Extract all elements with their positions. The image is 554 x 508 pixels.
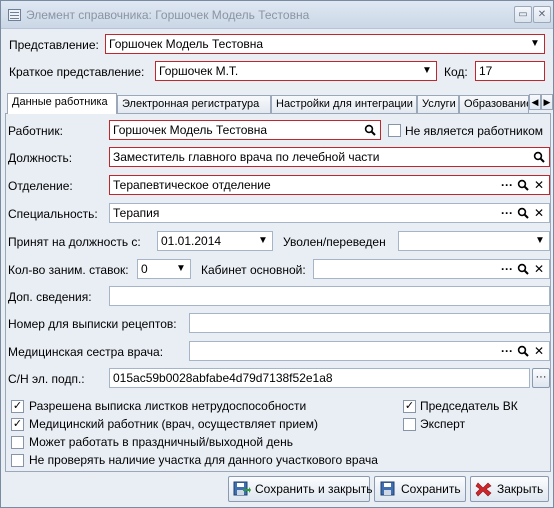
worker-value: Горшочек Модель Тестовна — [113, 123, 268, 137]
department-label: Отделение: — [8, 179, 73, 193]
signature-sn-field[interactable]: 015ac59b0028abfabe4d79d7138f52e1a8 — [109, 368, 530, 388]
nurse-field[interactable]: ··· ✕ — [189, 341, 550, 361]
close-window-button[interactable]: ✕ — [533, 6, 551, 23]
no-area-check-label: Не проверять наличие участка для данного… — [29, 453, 378, 467]
specialty-value: Терапия — [113, 206, 160, 220]
chevron-down-icon[interactable]: ▼ — [532, 233, 548, 249]
tab-scroll-right-icon[interactable]: ▶ — [541, 94, 553, 110]
search-icon[interactable] — [362, 122, 378, 138]
search-icon[interactable] — [515, 205, 531, 221]
close-button[interactable]: Закрыть — [470, 476, 549, 502]
fired-date-field[interactable]: ▼ — [398, 231, 550, 251]
short-representation-value: Горшочек М.Т. — [159, 64, 239, 78]
expert-label: Эксперт — [420, 417, 466, 431]
no-area-check-checkbox[interactable] — [11, 454, 24, 467]
position-value: Заместитель главного врача по лечебной ч… — [113, 150, 380, 164]
nurse-label: Медицинская сестра врача: — [8, 345, 164, 359]
prescription-number-label: Номер для выписки рецептов: — [8, 317, 177, 331]
search-icon[interactable] — [515, 261, 531, 277]
fired-label: Уволен/переведен — [283, 235, 386, 249]
tab-scroll-left-icon[interactable]: ◀ — [529, 94, 541, 110]
code-value: 17 — [479, 64, 493, 78]
tab-electronic-registry[interactable]: Электронная регистратура — [117, 95, 271, 113]
signature-sn-label: С/Н эл. подп.: — [8, 372, 85, 386]
code-label: Код: — [444, 65, 468, 79]
ellipsis-icon[interactable]: ··· — [499, 343, 515, 359]
save-and-close-label: Сохранить и закрыть — [255, 482, 373, 496]
not-worker-label: Не является работником — [405, 124, 544, 138]
expert-checkbox[interactable] — [403, 418, 416, 431]
clear-icon[interactable]: ✕ — [531, 343, 547, 359]
close-label: Закрыть — [497, 482, 544, 496]
rates-label: Кол-во заним. ставок: — [8, 263, 129, 277]
department-field[interactable]: Терапевтическое отделение ··· ✕ — [109, 175, 550, 195]
representation-value: Горшочек Модель Тестовна — [109, 37, 264, 51]
tab-integration-settings[interactable]: Настройки для интеграции — [271, 95, 417, 113]
vk-chair-label: Председатель ВК — [420, 399, 518, 413]
code-field[interactable]: 17 — [475, 61, 545, 81]
save-button[interactable]: Сохранить — [374, 476, 466, 502]
catalog-icon — [8, 9, 21, 21]
rates-field[interactable]: 0 ▼ — [137, 259, 191, 279]
search-icon[interactable] — [515, 343, 531, 359]
extra-info-label: Доп. сведения: — [8, 290, 92, 304]
signature-select-button[interactable]: ··· — [532, 368, 550, 388]
save-close-icon — [233, 481, 251, 497]
form-area: Представление: Горшочек Модель Тестовна … — [1, 29, 553, 507]
medical-worker-label: Медицинский работник (врач, осуществляет… — [29, 417, 318, 431]
hired-label: Принят на должность с: — [8, 235, 141, 249]
vk-chair-checkbox[interactable]: ✓ — [403, 400, 416, 413]
sick-leave-label: Разрешена выписка листков нетрудоспособн… — [29, 399, 307, 413]
short-representation-field[interactable]: Горшочек М.Т. ▼ — [155, 61, 437, 81]
holiday-work-label: Может работать в праздничный/выходной де… — [29, 435, 293, 449]
ellipsis-icon[interactable]: ··· — [499, 261, 515, 277]
tab-strip: Данные работника Электронная регистратур… — [5, 93, 553, 114]
not-worker-checkbox[interactable] — [388, 124, 401, 137]
position-field[interactable]: Заместитель главного врача по лечебной ч… — [109, 147, 550, 167]
save-label: Сохранить — [401, 482, 461, 496]
representation-label: Представление: — [9, 38, 99, 52]
search-icon[interactable] — [515, 177, 531, 193]
tab-education[interactable]: Образование — [459, 95, 529, 113]
save-and-close-button[interactable]: Сохранить и закрыть — [228, 476, 373, 502]
short-representation-label: Краткое представление: — [9, 65, 145, 79]
window-title: Элемент справочника: Горшочек Модель Тес… — [26, 8, 310, 22]
cabinet-field[interactable]: ··· ✕ — [313, 259, 550, 279]
holiday-work-checkbox[interactable] — [11, 436, 24, 449]
chevron-down-icon[interactable]: ▼ — [419, 63, 435, 79]
search-icon[interactable] — [531, 149, 547, 165]
medical-worker-checkbox[interactable]: ✓ — [11, 418, 24, 431]
chevron-down-icon[interactable]: ▼ — [173, 261, 189, 277]
department-value: Терапевтическое отделение — [113, 178, 271, 192]
rates-value: 0 — [141, 262, 148, 276]
position-label: Должность: — [8, 151, 73, 165]
clear-icon[interactable]: ✕ — [531, 205, 547, 221]
restore-button[interactable]: ▭ — [514, 6, 532, 23]
prescription-number-field[interactable] — [189, 313, 550, 333]
signature-sn-value: 015ac59b0028abfabe4d79d7138f52e1a8 — [113, 371, 333, 385]
extra-info-field[interactable] — [109, 286, 550, 306]
save-icon — [379, 481, 397, 497]
ellipsis-icon[interactable]: ··· — [499, 205, 515, 221]
cabinet-label: Кабинет основной: — [201, 263, 306, 277]
title-bar: Элемент справочника: Горшочек Модель Тес… — [1, 1, 553, 29]
worker-field[interactable]: Горшочек Модель Тестовна — [109, 120, 381, 140]
sick-leave-checkbox[interactable]: ✓ — [11, 400, 24, 413]
hired-date-field[interactable]: 01.01.2014 ▼ — [157, 231, 273, 251]
tab-panel: Работник: Горшочек Модель Тестовна Не яв… — [5, 113, 551, 472]
clear-icon[interactable]: ✕ — [531, 177, 547, 193]
worker-label: Работник: — [8, 124, 63, 138]
hired-date-value: 01.01.2014 — [161, 234, 222, 248]
specialty-field[interactable]: Терапия ··· ✕ — [109, 203, 550, 223]
tab-worker-data[interactable]: Данные работника — [7, 93, 117, 114]
specialty-label: Специальность: — [8, 207, 98, 221]
clear-icon[interactable]: ✕ — [531, 261, 547, 277]
ellipsis-icon[interactable]: ··· — [499, 177, 515, 193]
chevron-down-icon[interactable]: ▼ — [527, 36, 543, 52]
tab-services[interactable]: Услуги — [417, 95, 459, 113]
dialog-window: Элемент справочника: Горшочек Модель Тес… — [0, 0, 554, 508]
representation-field[interactable]: Горшочек Модель Тестовна ▼ — [105, 34, 545, 54]
chevron-down-icon[interactable]: ▼ — [255, 233, 271, 249]
close-icon — [475, 481, 493, 497]
